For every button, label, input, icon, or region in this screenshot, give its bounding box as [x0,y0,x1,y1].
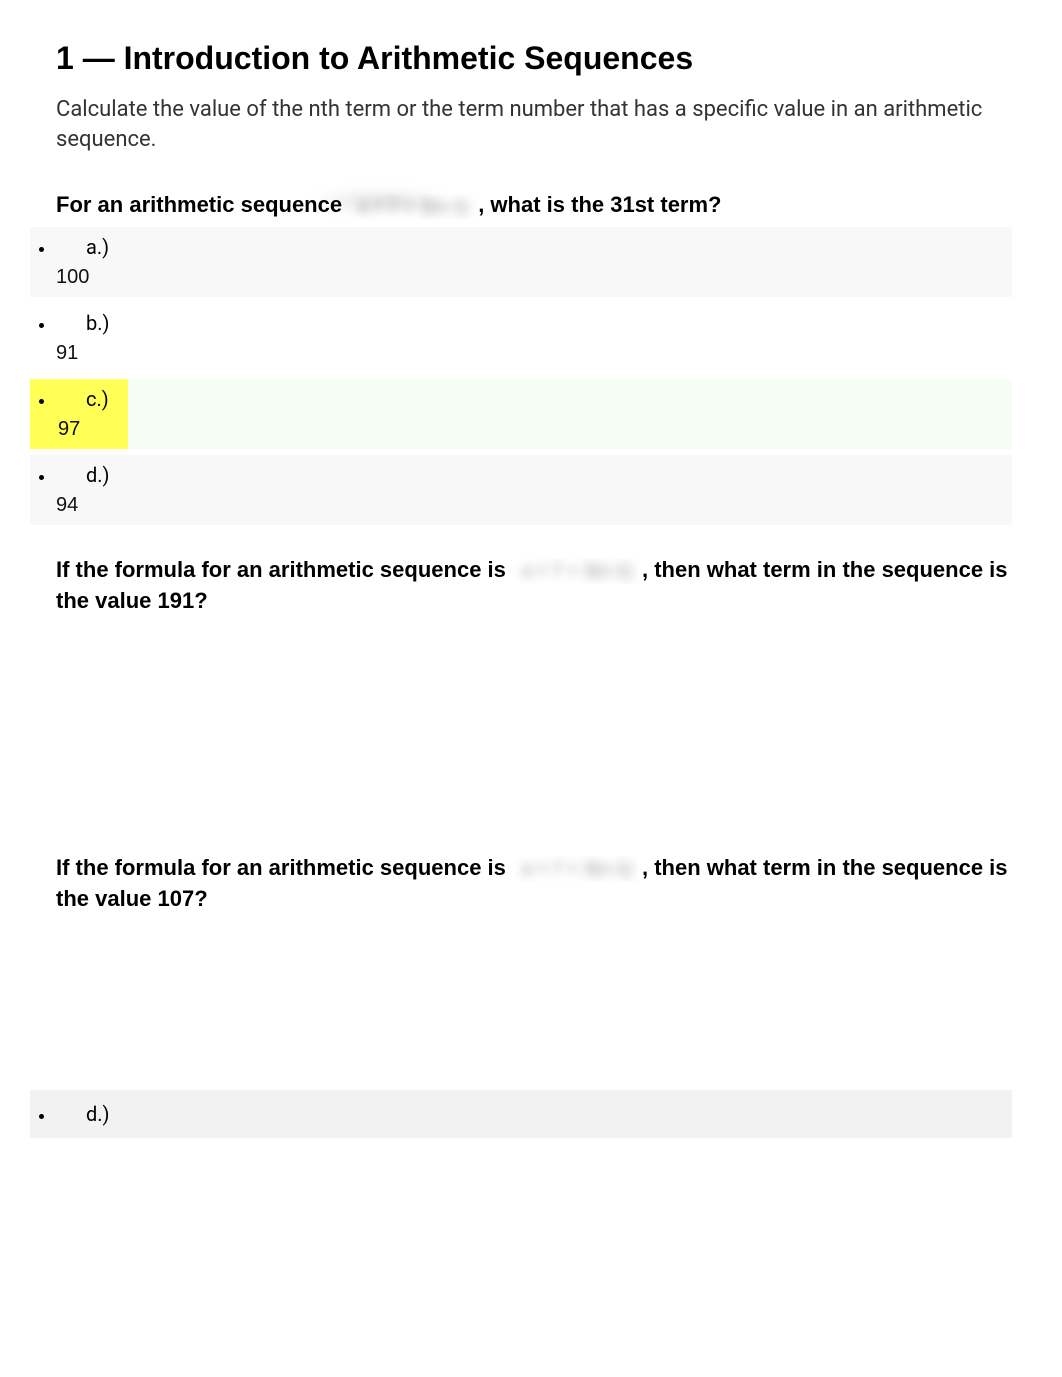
question-2-prompt-before: If the formula for an arithmetic sequenc… [56,557,512,582]
option-d[interactable]: d.) [56,1090,1012,1138]
option-a-value: 100 [56,263,1012,291]
question-3-loose-option: d.) [56,1090,1012,1138]
option-c-value: 97 [56,415,82,443]
question-1: For an arithmetic sequence , what is the… [56,184,1012,525]
question-1-prompt: For an arithmetic sequence , what is the… [56,184,1012,227]
option-b[interactable]: b.) 91 [56,303,1012,373]
question-1-options: a.) 100 b.) 91 c.) 97 d.) 94 [30,227,1012,525]
question-3-prompt-before: If the formula for an arithmetic sequenc… [56,855,512,880]
option-d-label: d.) [56,461,110,489]
option-b-value: 91 [56,339,1012,367]
question-2-prompt: If the formula for an arithmetic sequenc… [56,549,1012,623]
option-a[interactable]: a.) 100 [56,227,1012,297]
option-d[interactable]: d.) 94 [56,455,1012,525]
blank-space [56,920,1012,1090]
blurred-formula [512,558,642,584]
question-3: If the formula for an arithmetic sequenc… [56,847,1012,1139]
option-d-label: d.) [56,1100,110,1128]
blurred-formula [512,856,642,882]
blurred-formula [348,194,478,220]
question-2: If the formula for an arithmetic sequenc… [56,549,1012,823]
question-3-prompt: If the formula for an arithmetic sequenc… [56,847,1012,921]
question-1-prompt-before: For an arithmetic sequence [56,192,348,217]
option-d-value: 94 [56,491,1012,519]
question-1-prompt-after: , what is the 31st term? [478,192,721,217]
document-body: 1 — Introduction to Arithmetic Sequences… [0,40,1012,1138]
blank-space [56,623,1012,823]
option-c[interactable]: c.) 97 [56,379,1012,449]
page-description: Calculate the value of the nth term or t… [56,95,1012,154]
page-title: 1 — Introduction to Arithmetic Sequences [56,40,1012,77]
option-c-label: c.) [56,385,115,413]
option-b-label: b.) [56,309,109,337]
option-a-label: a.) [56,233,109,261]
